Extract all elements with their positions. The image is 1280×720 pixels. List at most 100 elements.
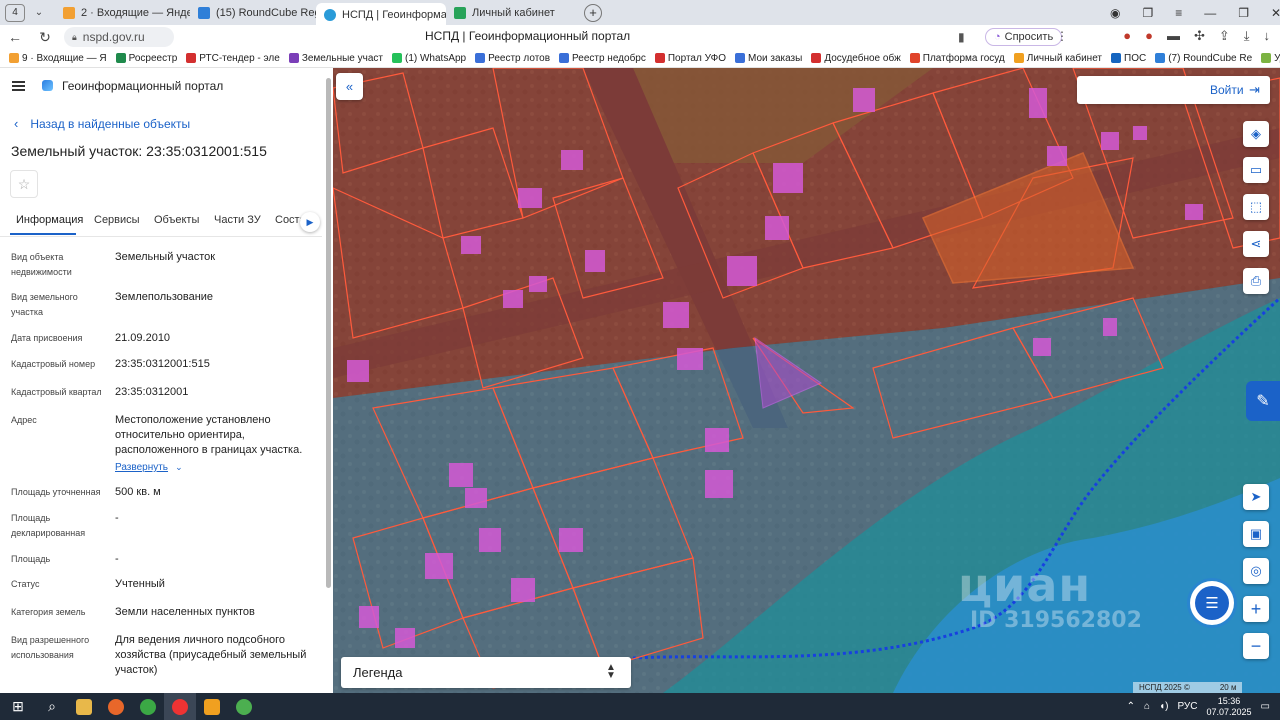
volume-icon[interactable]: ◖) — [1159, 701, 1168, 712]
tab-counter[interactable]: 4 — [5, 3, 25, 22]
collections-icon[interactable]: ❐ — [1142, 6, 1153, 20]
share-icon[interactable]: ⋖ — [1243, 231, 1269, 257]
bookmark-item[interactable]: Платформа госуд — [909, 53, 1005, 64]
share-icon[interactable]: ⇪ — [1219, 28, 1230, 44]
tab-mail[interactable]: 2 · Входящие — Яндекс П — [55, 2, 190, 24]
bookmark-item[interactable]: 9 · Входящие — Я — [9, 53, 107, 64]
clock[interactable]: 15:36 07.07.2025 — [1207, 696, 1252, 718]
bookmark-item[interactable]: Удостоверяющий — [1261, 53, 1280, 64]
extension-icon[interactable]: ▬ — [1167, 28, 1180, 44]
tab-label: (15) RoundCube Reg.ru W — [216, 6, 316, 19]
zoom-in-button[interactable]: + — [1243, 596, 1269, 622]
tab-roundcube[interactable]: (15) RoundCube Reg.ru W — [190, 2, 316, 24]
info-value: Для ведения личного подсобного хозяйства… — [115, 634, 307, 676]
bookmark-item[interactable]: Досудебное обж — [811, 52, 901, 64]
bookmark-icon — [9, 53, 19, 63]
chrome-icon[interactable] — [132, 693, 164, 720]
tab-info[interactable]: Информация — [16, 214, 83, 226]
tab-cabinet[interactable]: Личный кабинет — [446, 2, 576, 24]
info-label: Категория земель — [11, 607, 86, 617]
chat-button[interactable]: ☰ — [1190, 581, 1234, 625]
panel-tabs: Информация Сервисы Объекты Части ЗУ Сост… — [0, 211, 322, 237]
info-label: Адрес — [11, 415, 37, 425]
info-label: Площадь уточненная — [11, 487, 101, 497]
back-arrow-icon[interactable]: ← — [0, 29, 30, 45]
bookmark-item[interactable]: Реестр недобрс — [559, 53, 646, 64]
language-indicator[interactable]: РУС — [1177, 701, 1197, 712]
yandex-browser-icon[interactable] — [164, 693, 196, 720]
tab-services[interactable]: Сервисы — [94, 214, 140, 226]
bookmark-item[interactable]: (1) WhatsApp — [391, 53, 466, 64]
reload-icon[interactable]: ↻ — [30, 29, 60, 46]
tab-nspd[interactable]: НСПД | Геоинформаци ✕ — [316, 3, 446, 26]
extension-icon[interactable]: ● — [1145, 28, 1153, 44]
feedback-chat-icon[interactable]: ✎ — [1246, 381, 1280, 421]
minimize-icon[interactable]: — — [1204, 6, 1216, 20]
select-area-icon[interactable]: ⬚ — [1243, 194, 1269, 220]
puzzle-icon[interactable]: ✣ — [1194, 28, 1205, 44]
bookmark-label: Досудебное обж — [824, 52, 901, 64]
globe-icon — [324, 8, 336, 21]
bookmark-icon[interactable]: ▮ — [958, 30, 965, 44]
tab-parts[interactable]: Части ЗУ — [214, 214, 261, 226]
bookmark-label: Земельные участ — [301, 52, 383, 64]
bookmark-item[interactable]: Земельные участ — [288, 52, 383, 64]
chevron-right-icon[interactable]: ▶ — [300, 212, 320, 232]
download-icon[interactable]: ⤓ — [1244, 28, 1250, 44]
portal-name[interactable]: Геоинформационный портал — [62, 79, 223, 93]
ruler-icon[interactable]: ▭ — [1243, 157, 1269, 183]
bookmark-label: Реестр недобрс — [572, 52, 646, 64]
favorite-star-button[interactable]: ☆ — [10, 170, 38, 198]
panel-scrollbar[interactable] — [326, 78, 331, 588]
geolocation-icon[interactable]: ◎ — [1243, 558, 1269, 584]
chevron-up-icon[interactable]: ⌃ — [1127, 701, 1135, 712]
url-field[interactable]: 🔒︎ nspd.gov.ru — [64, 27, 174, 47]
bookmark-item[interactable]: Портал УФО — [654, 53, 726, 64]
ask-button[interactable]: ◔ Спросить — [985, 28, 1063, 46]
zoom-out-button[interactable]: − — [1243, 633, 1269, 659]
app-icon[interactable] — [196, 693, 228, 720]
back-label: Назад в найденные объекты — [30, 116, 191, 131]
bookmark-item[interactable]: Личный кабинет — [1013, 53, 1102, 64]
hamburger-menu-icon[interactable] — [12, 81, 25, 91]
window-controls: ◉ ❐ ≡ — ❐ ✕ — [1110, 0, 1280, 25]
network-icon[interactable]: ⌂ — [1144, 701, 1150, 712]
legend-dropdown[interactable]: Легенда ▲ ▼ — [341, 657, 631, 688]
cadastral-map[interactable]: « Войти ⇥ ◈ ▭ ⬚ ⋖ ⎙ ✎ ➤ ▣ ◎ + − ☰ циан I… — [333, 68, 1280, 693]
alert-icon[interactable]: ↓ — [1264, 28, 1271, 44]
chevron-down-icon[interactable]: ⌄ — [31, 7, 47, 18]
extension-icon[interactable]: ● — [1123, 28, 1131, 44]
bookmark-item[interactable]: Реестр лотов — [475, 53, 550, 64]
menu-icon[interactable]: ≡ — [1175, 6, 1182, 20]
restore-icon[interactable]: ❐ — [1238, 6, 1249, 20]
app-icon[interactable] — [228, 693, 260, 720]
more-icon[interactable]: ⋮ — [1056, 29, 1068, 43]
file-explorer-icon[interactable] — [68, 693, 100, 720]
profile-icon[interactable]: ◉ — [1110, 6, 1120, 20]
minimap-icon[interactable]: ▣ — [1243, 521, 1269, 547]
search-icon[interactable]: ⌕ — [36, 693, 68, 720]
close-window-icon[interactable]: ✕ — [1271, 6, 1280, 20]
ask-label: Спросить — [1004, 31, 1054, 43]
layers-icon[interactable]: ◈ — [1243, 121, 1269, 147]
expand-address-link[interactable]: Развернуть ⌄ — [115, 460, 315, 475]
firefox-icon[interactable] — [100, 693, 132, 720]
cloud-icon — [198, 6, 210, 19]
bookmark-item[interactable]: РТС-тендер - эле — [186, 53, 280, 64]
bookmark-item[interactable]: ПОС — [1111, 53, 1146, 64]
notification-icon[interactable]: ▭ — [1261, 701, 1270, 712]
bookmark-item[interactable]: (7) RoundCube Re — [1155, 53, 1252, 64]
bookmark-item[interactable]: Росреестр — [115, 53, 177, 64]
bookmark-item[interactable]: Мои заказы — [735, 53, 802, 64]
sort-arrows-icon: ▲ ▼ — [606, 662, 616, 681]
tab-objects[interactable]: Объекты — [154, 214, 199, 226]
object-title: Земельный участок: 23:35:0312001:515 — [11, 143, 267, 159]
back-to-results-link[interactable]: ‹ Назад в найденные объекты — [14, 116, 190, 131]
windows-start-icon[interactable]: ⊞ — [0, 693, 36, 720]
new-tab-button[interactable]: + — [584, 3, 602, 22]
print-icon[interactable]: ⎙ — [1243, 268, 1269, 294]
locate-icon[interactable]: ➤ — [1243, 484, 1269, 510]
collapse-panel-button[interactable]: « — [336, 73, 363, 100]
bookmark-icon — [559, 53, 570, 63]
login-button[interactable]: Войти ⇥ — [1077, 76, 1270, 104]
